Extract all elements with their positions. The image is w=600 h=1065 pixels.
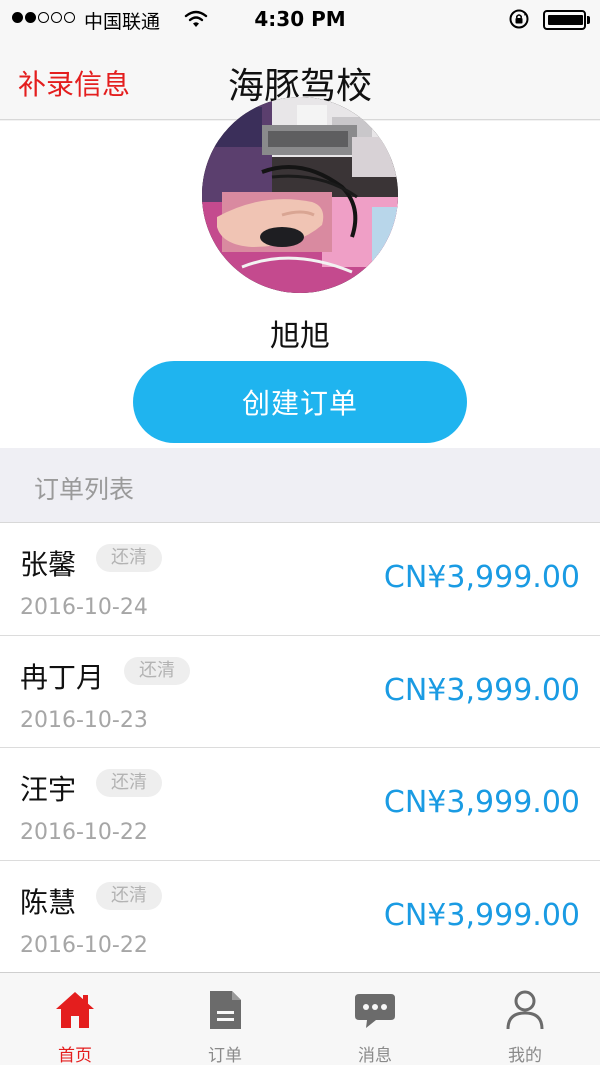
tab-label: 首页: [58, 1046, 92, 1065]
status-badge: 还清: [124, 656, 190, 685]
tab-label: 订单: [208, 1046, 242, 1065]
order-date: 2016-10-22: [20, 932, 148, 958]
tab-home[interactable]: 首页: [0, 973, 150, 1065]
home-icon: [56, 992, 94, 1028]
chat-bubble-icon: [355, 994, 395, 1028]
order-list-header: 订单列表: [0, 448, 600, 523]
order-date: 2016-10-23: [20, 707, 148, 733]
order-row[interactable]: 陈慧 还清 2016-10-22 CN¥3,999.00: [0, 861, 600, 973]
person-icon: [506, 990, 544, 1030]
status-badge: 还清: [96, 544, 162, 572]
app-screen: 中国联通 4:30 PM 补录信息 海豚驾校 旭旭 创建订单 订单列表 张馨 还…: [0, 0, 600, 1065]
tab-bar: 首页 订单 消息 我的: [0, 972, 600, 1065]
battery-icon: [543, 10, 591, 30]
order-date: 2016-10-24: [20, 595, 148, 620]
order-row[interactable]: 冉丁月 还清 2016-10-23 CN¥3,999.00: [0, 636, 600, 748]
order-date: 2016-10-22: [20, 820, 148, 845]
order-customer-name: 冉丁月: [20, 660, 105, 694]
create-order-button[interactable]: 创建订单: [133, 361, 467, 443]
order-customer-name: 陈慧: [20, 885, 77, 919]
tab-messages[interactable]: 消息: [300, 973, 450, 1065]
status-badge: 还清: [96, 769, 162, 797]
profile-name: 旭旭: [270, 319, 330, 354]
order-customer-name: 张馨: [20, 548, 77, 581]
section-title: 订单列表: [34, 475, 135, 504]
avatar-photo: [202, 97, 398, 293]
order-row[interactable]: 张馨 还清 2016-10-24 CN¥3,999.00: [0, 523, 600, 636]
order-amount: CN¥3,999.00: [383, 897, 580, 933]
tab-orders[interactable]: 订单: [150, 973, 300, 1065]
order-customer-name: 汪宇: [20, 773, 77, 806]
tab-profile[interactable]: 我的: [450, 973, 600, 1065]
status-bar: 中国联通 4:30 PM: [0, 0, 600, 40]
order-row[interactable]: 汪宇 还清 2016-10-22 CN¥3,999.00: [0, 748, 600, 861]
order-list: 张馨 还清 2016-10-24 CN¥3,999.00 冉丁月 还清 2016…: [0, 523, 600, 973]
rotation-lock-icon: [509, 9, 529, 29]
order-amount: CN¥3,999.00: [383, 560, 580, 595]
order-amount: CN¥3,999.00: [383, 672, 580, 708]
document-icon: [210, 991, 241, 1029]
tab-label: 我的: [508, 1046, 542, 1065]
order-amount: CN¥3,999.00: [383, 785, 580, 820]
profile-section: 旭旭 创建订单: [0, 97, 600, 448]
avatar[interactable]: [202, 97, 398, 293]
tab-label: 消息: [358, 1046, 392, 1065]
status-badge: 还清: [96, 881, 162, 910]
